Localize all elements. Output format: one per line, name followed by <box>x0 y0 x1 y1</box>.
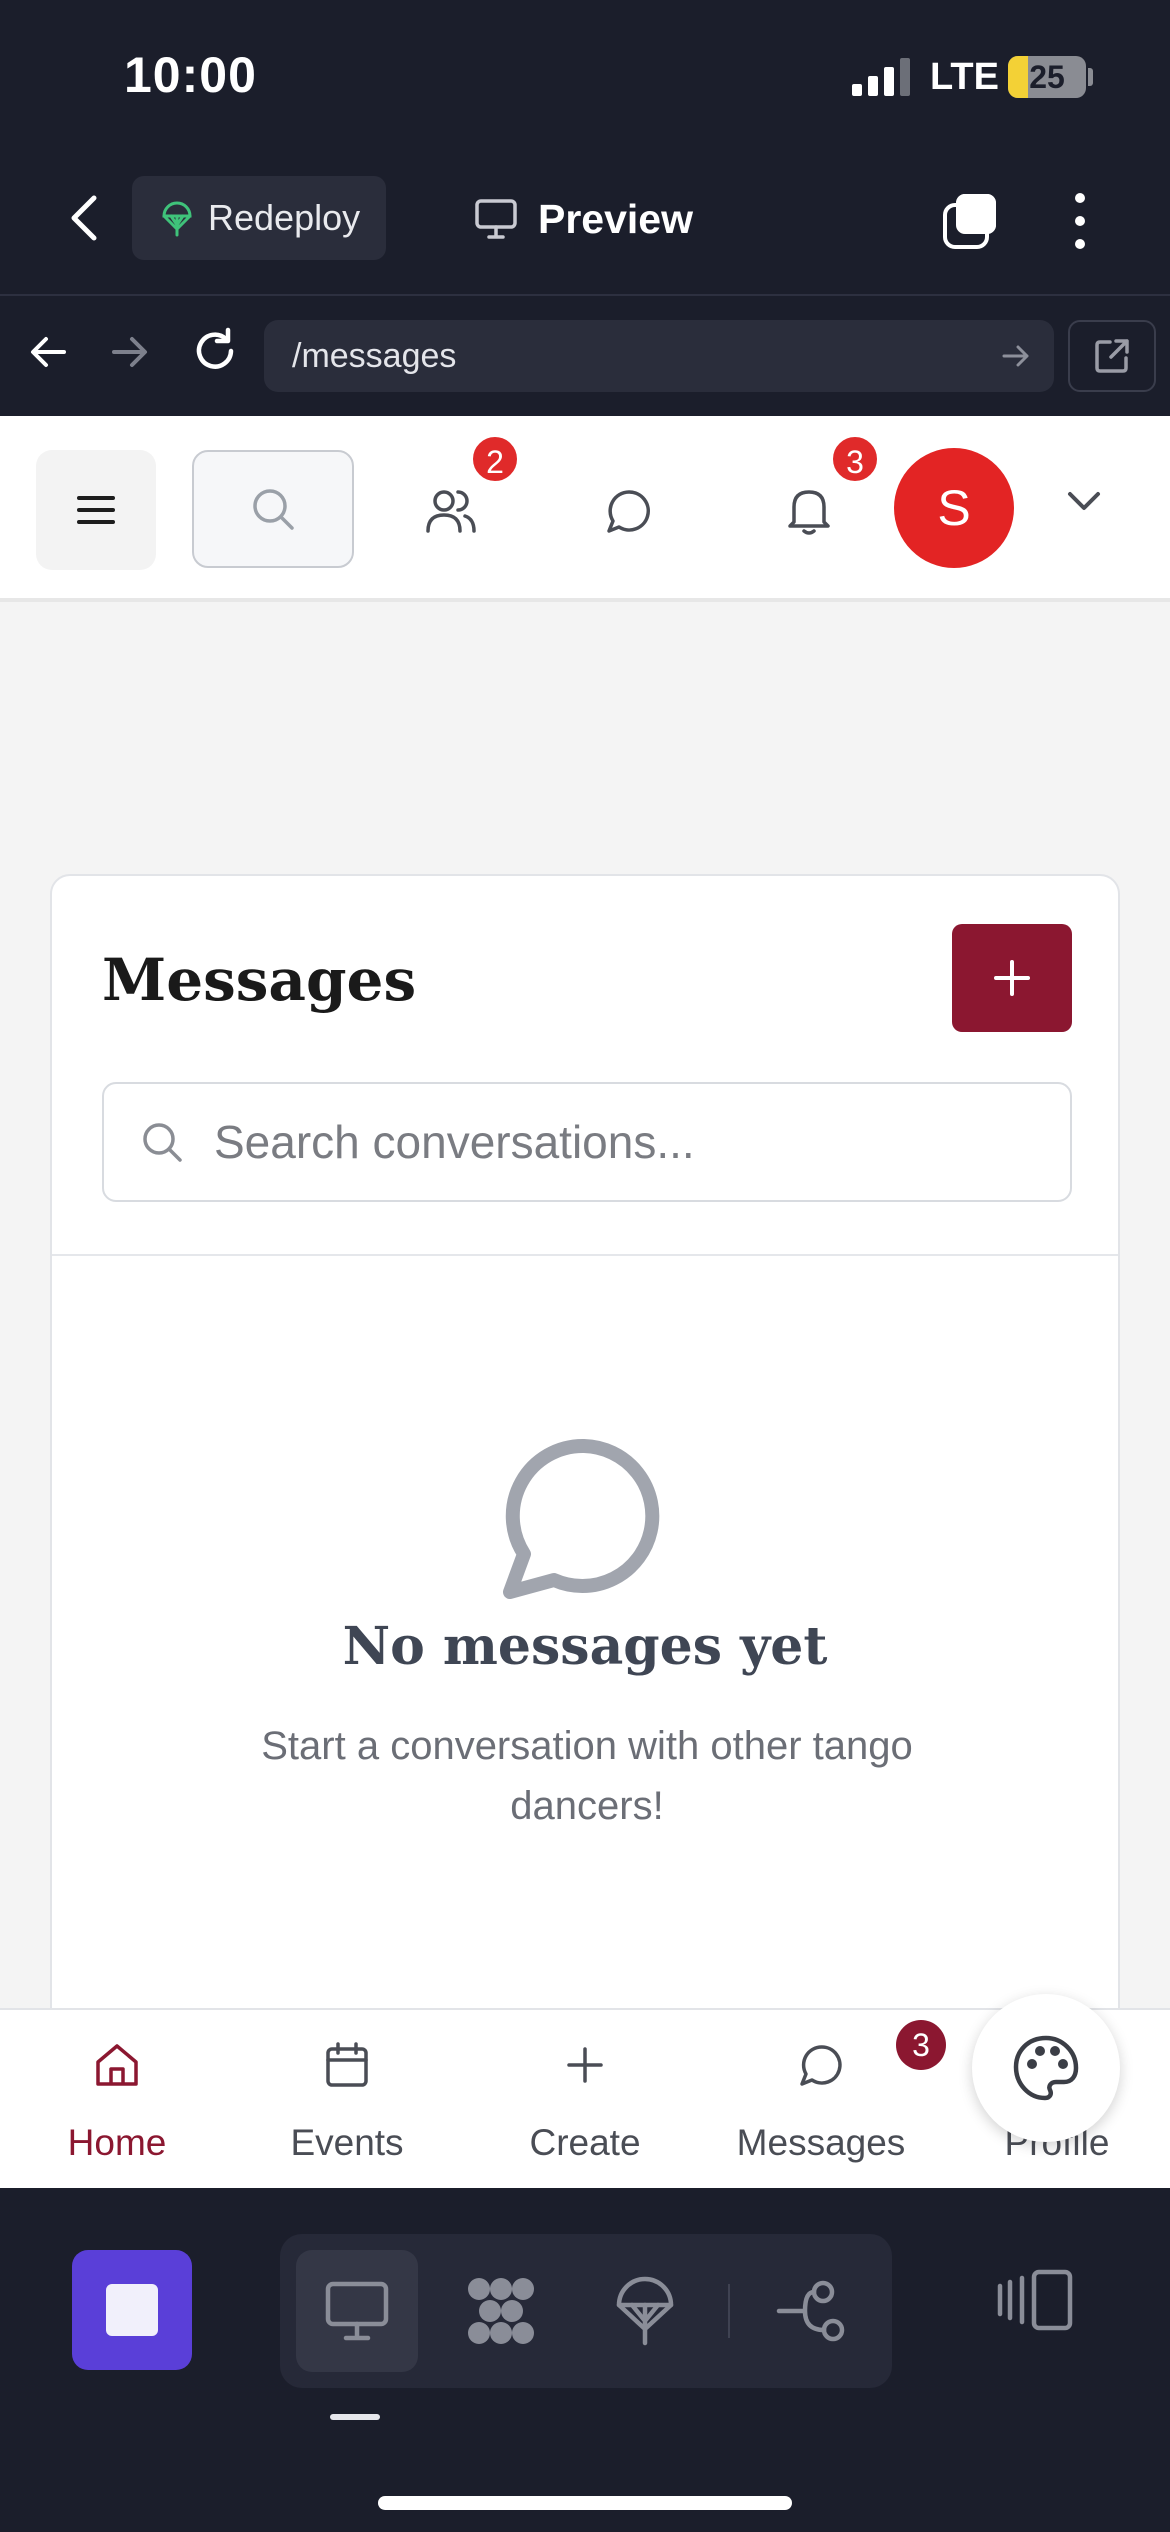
stop-icon <box>106 2284 158 2336</box>
more-button[interactable] <box>1060 186 1100 256</box>
tab-messages-label: Messages <box>736 2122 906 2163</box>
hamburger-icon <box>77 496 115 524</box>
redeploy-label: Redeploy <box>208 197 361 238</box>
users-icon <box>426 490 476 533</box>
battery-percent: 25 <box>1029 59 1065 95</box>
arrow-right-icon[interactable] <box>1000 340 1032 372</box>
git-branch-icon <box>776 2280 845 2342</box>
back-button[interactable] <box>60 188 110 248</box>
git-view-button[interactable] <box>750 2250 872 2372</box>
open-external-button[interactable] <box>1068 320 1156 392</box>
status-time: 10:00 <box>124 47 257 103</box>
tab-create[interactable]: Create <box>468 2010 702 2188</box>
preview-view-button[interactable] <box>296 2250 418 2372</box>
url-field[interactable]: /messages <box>264 320 1054 392</box>
signal-icon <box>852 58 910 96</box>
reload-button[interactable] <box>190 326 240 376</box>
app-viewport: 2 3 S Messages Search conversations... N… <box>0 416 1170 2188</box>
tab-events-label: Events <box>290 2122 404 2163</box>
redeploy-button[interactable]: Redeploy <box>132 176 386 260</box>
dock-separator <box>728 2284 730 2338</box>
grid-blob-icon <box>468 2278 534 2344</box>
side-panel-button[interactable] <box>996 2268 1076 2332</box>
tabs-icon <box>943 194 996 249</box>
deploy-icon <box>616 2276 674 2346</box>
stop-button[interactable] <box>72 2250 192 2370</box>
chat-icon <box>607 490 650 533</box>
friends-button[interactable] <box>416 476 486 546</box>
chat-bubble-icon <box>503 1438 660 1599</box>
search-icon <box>143 1123 182 1162</box>
url-text: /messages <box>292 337 457 375</box>
battery-icon: 25 <box>1008 56 1086 98</box>
plus-icon <box>994 960 1030 996</box>
nav-back-button[interactable] <box>26 330 70 374</box>
tab-create-label: Create <box>529 2122 641 2163</box>
friends-badge: 2 <box>470 434 520 484</box>
nav-forward-button[interactable] <box>108 330 152 374</box>
tab-home[interactable]: Home <box>0 2010 234 2188</box>
tab-home-label: Home <box>67 2122 167 2163</box>
preview-tab[interactable]: Preview <box>474 180 693 258</box>
arrow-right-icon <box>112 337 147 367</box>
chevron-down-icon[interactable] <box>1064 486 1104 516</box>
header-search-button[interactable] <box>192 450 354 568</box>
reload-icon <box>196 327 234 369</box>
conversation-search-input[interactable]: Search conversations... <box>102 1082 1072 1202</box>
chat-icon <box>800 2045 842 2086</box>
plus-icon <box>567 2047 603 2083</box>
notifications-badge: 3 <box>830 434 880 484</box>
status-bar: 10:00 LTE 25 <box>0 0 1170 150</box>
bell-icon <box>788 490 830 535</box>
chat-button[interactable] <box>594 476 664 546</box>
external-link-icon <box>1095 339 1129 373</box>
side-panel-icon <box>997 2269 1073 2331</box>
arrow-left-icon <box>31 337 66 367</box>
address-row: /messages <box>0 296 1170 416</box>
deploy-view-button[interactable] <box>584 2250 706 2372</box>
active-view-indicator <box>330 2414 380 2420</box>
search-icon <box>253 489 294 530</box>
view-switcher <box>280 2234 892 2388</box>
monitor-icon <box>475 199 517 239</box>
tab-messages[interactable]: Messages 3 <box>704 2010 946 2188</box>
app-header: 2 3 S <box>0 416 1170 602</box>
menu-button[interactable] <box>36 450 156 570</box>
deploy-icon <box>162 201 192 237</box>
tab-events[interactable]: Events <box>230 2010 464 2188</box>
more-vertical-icon <box>1075 193 1085 249</box>
calendar-icon <box>326 2042 368 2087</box>
bottom-dock <box>0 2188 1170 2532</box>
empty-state-title: No messages yet <box>342 1616 828 1677</box>
monitor-icon <box>325 2281 389 2341</box>
notifications-button[interactable] <box>774 476 844 546</box>
search-placeholder: Search conversations... <box>214 1116 695 1168</box>
preview-label: Preview <box>538 195 693 242</box>
ide-toolbar: Redeploy Preview <box>0 150 1170 296</box>
chevron-left-icon <box>71 195 97 241</box>
tabs-button[interactable] <box>940 190 1002 252</box>
agents-view-button[interactable] <box>440 2250 562 2372</box>
new-conversation-button[interactable] <box>952 924 1072 1032</box>
palette-icon <box>1013 2035 1079 2101</box>
home-icon <box>96 2044 138 2086</box>
messages-tab-badge: 3 <box>896 2020 946 2070</box>
battery-tip <box>1088 68 1093 86</box>
card-divider <box>52 1254 1118 1256</box>
home-indicator <box>378 2496 792 2510</box>
messages-title: Messages <box>102 946 417 1014</box>
theme-palette-button[interactable] <box>972 1994 1120 2142</box>
network-label: LTE <box>930 56 999 98</box>
empty-state-description: Start a conversation with other tango da… <box>261 1724 913 1828</box>
avatar[interactable]: S <box>894 448 1014 568</box>
messages-card: Messages Search conversations... No mess… <box>50 874 1120 2188</box>
